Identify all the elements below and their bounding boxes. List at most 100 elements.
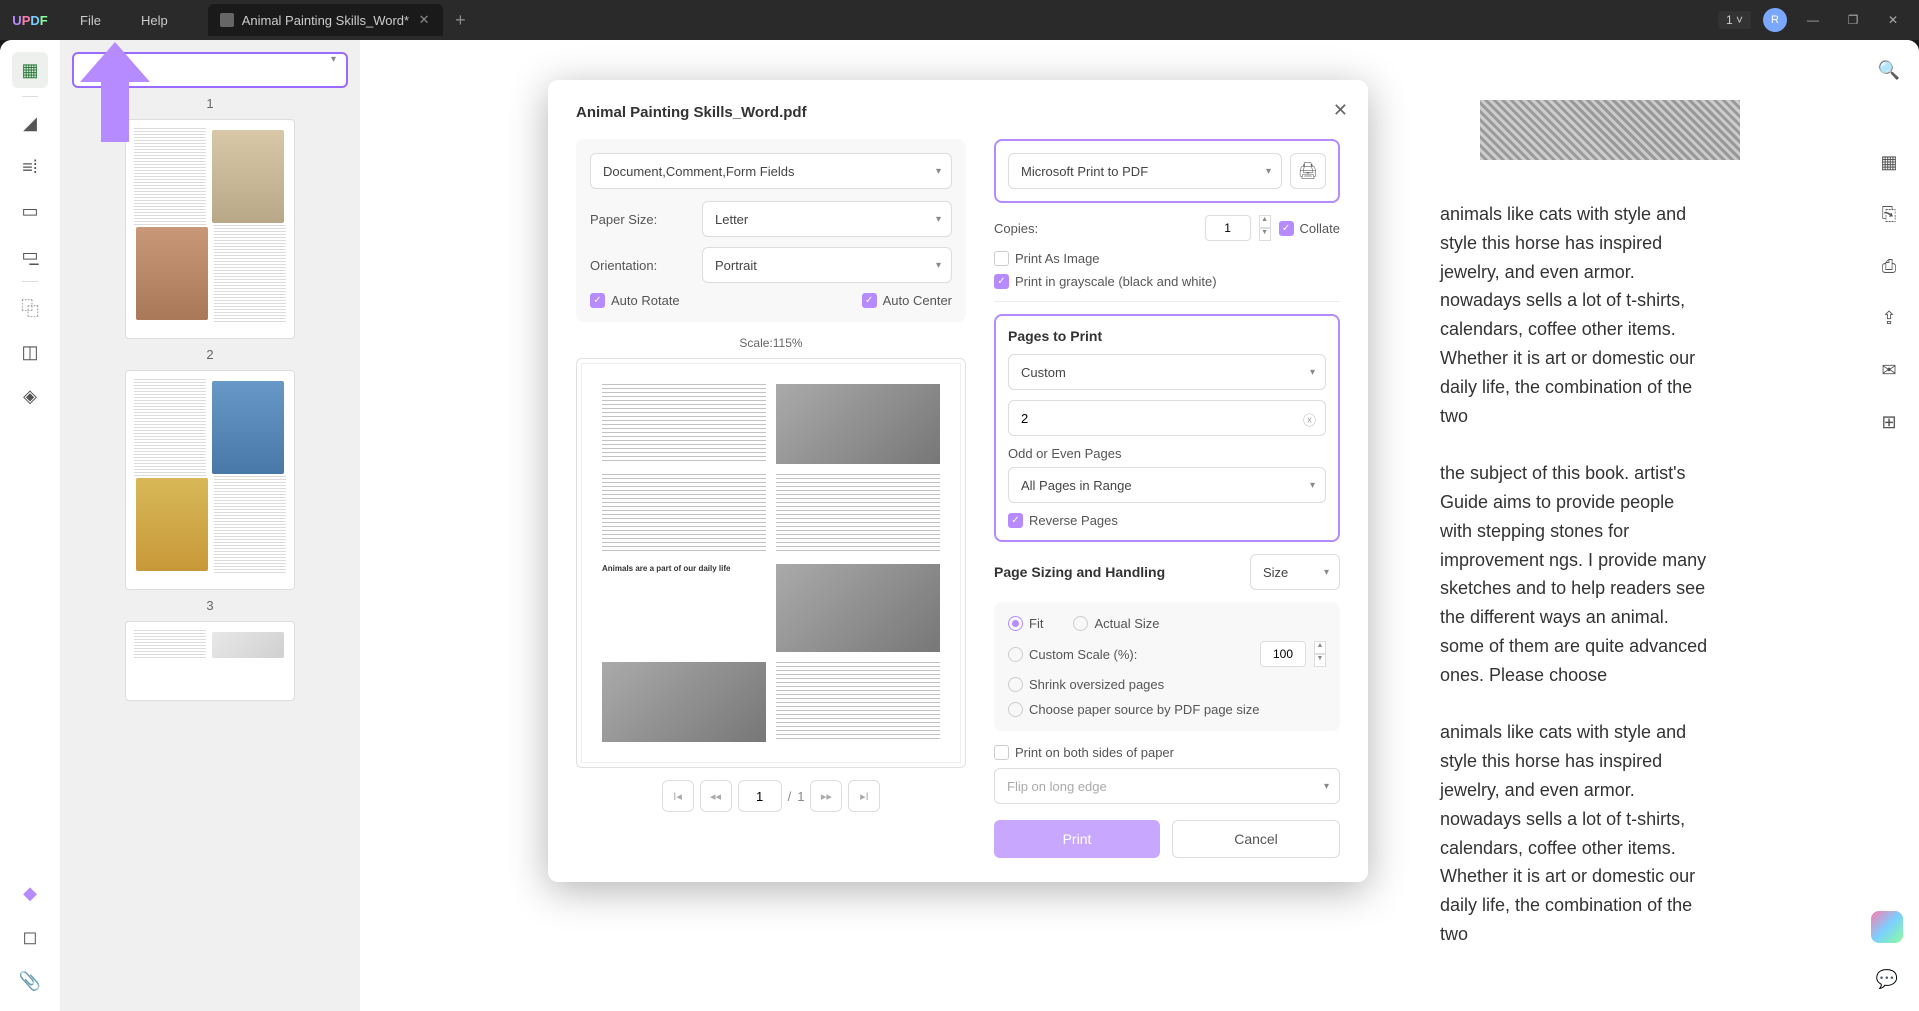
custom-scale-radio[interactable]: [1008, 647, 1023, 662]
tab-title: Animal Painting Skills_Word*: [242, 13, 409, 28]
thumbnails-tool-icon[interactable]: ▦: [12, 52, 48, 88]
pages-to-print-title: Pages to Print: [1008, 328, 1326, 344]
tab-close-button[interactable]: ✕: [417, 13, 431, 27]
minimize-button[interactable]: ―: [1799, 6, 1827, 34]
print-as-image-label: Print As Image: [1015, 251, 1100, 266]
thumb-number: 2: [206, 347, 213, 362]
scale-down-button[interactable]: ▼: [1314, 654, 1326, 667]
feedback-icon[interactable]: 💬: [1873, 965, 1901, 993]
custom-scale-label: Custom Scale (%):: [1029, 647, 1137, 662]
highlight-tool-icon[interactable]: ◢: [12, 105, 48, 141]
app-logo: UPDF: [0, 13, 60, 28]
choose-source-radio[interactable]: [1008, 702, 1023, 717]
scale-up-button[interactable]: ▲: [1314, 641, 1326, 654]
print-preview: Animals are a part of our daily life: [576, 358, 966, 768]
thumbnail-page[interactable]: [125, 621, 295, 701]
titlebar: UPDF File Help Animal Painting Skills_Wo…: [0, 0, 1919, 40]
pager-next-button[interactable]: ▸▸: [810, 780, 842, 812]
actual-size-radio[interactable]: [1073, 616, 1088, 631]
menu-help[interactable]: Help: [121, 13, 188, 28]
maximize-button[interactable]: ❐: [1839, 6, 1867, 34]
dialog-title: Animal Painting Skills_Word.pdf: [576, 104, 1340, 121]
close-window-button[interactable]: ✕: [1879, 6, 1907, 34]
layers-icon[interactable]: ◆: [12, 875, 48, 911]
pages-mode-select[interactable]: Custom: [1008, 354, 1326, 390]
user-avatar[interactable]: R: [1763, 8, 1787, 32]
share-icon[interactable]: ⇪: [1871, 300, 1907, 336]
tab-add-button[interactable]: +: [455, 10, 466, 31]
auto-rotate-checkbox[interactable]: [590, 293, 605, 308]
sizing-title: Page Sizing and Handling: [994, 564, 1240, 580]
pages-highlight: Pages to Print Custom ⓧ Odd or Even Page…: [994, 314, 1340, 542]
reverse-pages-checkbox[interactable]: [1008, 513, 1023, 528]
printer-select[interactable]: Microsoft Print to PDF: [1008, 153, 1282, 189]
thumb-number: 3: [206, 598, 213, 613]
odd-even-label: Odd or Even Pages: [1008, 446, 1326, 461]
actual-size-label: Actual Size: [1094, 616, 1159, 631]
reverse-pages-label: Reverse Pages: [1029, 513, 1118, 528]
collate-label: Collate: [1300, 221, 1340, 236]
save-as-icon[interactable]: ⎙: [1871, 248, 1907, 284]
flip-select[interactable]: Flip on long edge: [994, 768, 1340, 804]
printer-properties-icon[interactable]: 🖨: [1290, 153, 1326, 189]
copies-input[interactable]: [1205, 215, 1251, 241]
ocr-icon[interactable]: ▦: [1871, 144, 1907, 180]
sizing-mode-select[interactable]: Size: [1250, 554, 1340, 590]
attachment-icon[interactable]: 📎: [12, 963, 48, 999]
thumbnail-page[interactable]: [125, 119, 295, 339]
orientation-label: Orientation:: [590, 258, 690, 273]
grayscale-checkbox[interactable]: [994, 274, 1009, 289]
thumbnail-page[interactable]: [125, 370, 295, 590]
right-toolbar: 🔍 ▦ ⎘ ⎙ ⇪ ✉ ⊞ 💬: [1859, 40, 1919, 1011]
auto-center-checkbox[interactable]: [862, 293, 877, 308]
paper-size-select[interactable]: Letter: [702, 201, 952, 237]
copies-up-button[interactable]: ▲: [1259, 215, 1271, 228]
both-sides-checkbox[interactable]: [994, 745, 1009, 760]
batch-icon[interactable]: ⊞: [1871, 404, 1907, 440]
edit-tool-icon[interactable]: ▭̲: [12, 237, 48, 273]
odd-even-select[interactable]: All Pages in Range: [1008, 467, 1326, 503]
organize-tool-icon[interactable]: ⿻: [12, 290, 48, 326]
pager-current-input[interactable]: [738, 780, 782, 812]
pager-prev-button[interactable]: ◂◂: [700, 780, 732, 812]
thumb-number: 1: [206, 96, 213, 111]
collate-checkbox[interactable]: [1279, 221, 1294, 236]
fit-radio[interactable]: [1008, 616, 1023, 631]
text-tool-icon[interactable]: ≡⁞: [12, 149, 48, 185]
content-select[interactable]: Document,Comment,Form Fields: [590, 153, 952, 189]
scale-label: Scale:115%: [576, 336, 966, 350]
print-dialog: Animal Painting Skills_Word.pdf ✕ Docume…: [548, 80, 1368, 882]
pager-sep: /: [788, 789, 792, 804]
dialog-close-button[interactable]: ✕: [1333, 100, 1348, 121]
pager-last-button[interactable]: ▸I: [848, 780, 880, 812]
form-tool-icon[interactable]: ◈: [12, 378, 48, 414]
menu-file[interactable]: File: [60, 13, 121, 28]
export-icon[interactable]: ⎘: [1871, 196, 1907, 232]
left-toolbar: ▦ ◢ ≡⁞ ▭ ▭̲ ⿻ ◫ ◈ ◆ ◻ 📎: [0, 40, 60, 1011]
document-text: animals like cats with style and style t…: [1440, 200, 1709, 949]
pager-first-button[interactable]: I◂: [662, 780, 694, 812]
email-icon[interactable]: ✉: [1871, 352, 1907, 388]
print-as-image-checkbox[interactable]: [994, 251, 1009, 266]
crop-tool-icon[interactable]: ◫: [12, 334, 48, 370]
orientation-select[interactable]: Portrait: [702, 247, 952, 283]
pager-total: 1: [797, 789, 804, 804]
ai-copilot-icon[interactable]: [1871, 911, 1903, 943]
shrink-radio[interactable]: [1008, 677, 1023, 692]
pages-range-input[interactable]: [1008, 400, 1326, 436]
custom-scale-input[interactable]: [1260, 641, 1306, 667]
cancel-button[interactable]: Cancel: [1172, 820, 1340, 858]
paper-size-label: Paper Size:: [590, 212, 690, 227]
notification-badge[interactable]: 1 ˅: [1718, 11, 1751, 29]
choose-source-label: Choose paper source by PDF page size: [1029, 702, 1260, 717]
document-tab[interactable]: Animal Painting Skills_Word* ✕: [208, 4, 443, 36]
read-tool-icon[interactable]: ▭: [12, 193, 48, 229]
grayscale-label: Print in grayscale (black and white): [1015, 274, 1217, 289]
clear-input-icon[interactable]: ⓧ: [1303, 410, 1316, 429]
auto-center-label: Auto Center: [883, 293, 952, 308]
bookmark-icon[interactable]: ◻: [12, 919, 48, 955]
search-icon[interactable]: 🔍: [1871, 52, 1907, 88]
copies-down-button[interactable]: ▼: [1259, 228, 1271, 241]
print-button[interactable]: Print: [994, 820, 1160, 858]
both-sides-label: Print on both sides of paper: [1015, 745, 1174, 760]
